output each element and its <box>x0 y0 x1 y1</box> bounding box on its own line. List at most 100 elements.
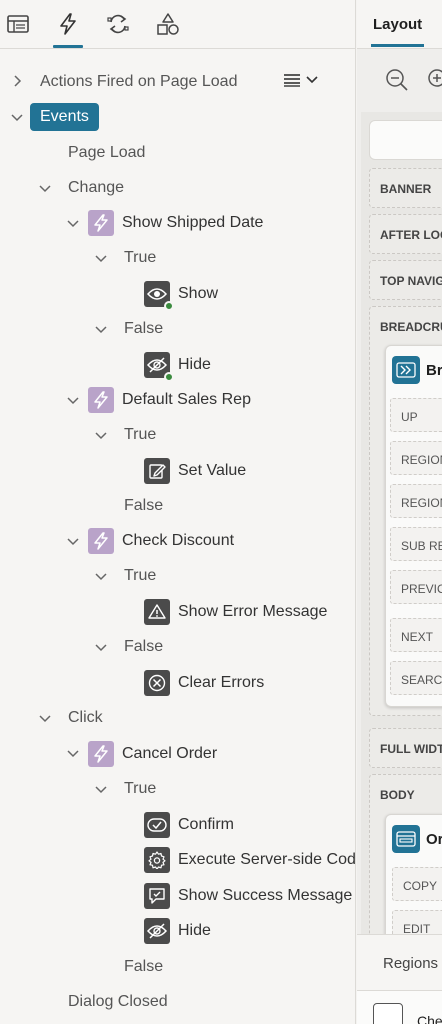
tree-label: Page Load <box>68 144 146 161</box>
region-title: Breadcrumb <box>392 356 442 384</box>
tree-label: Dialog Closed <box>68 993 168 1010</box>
tree-label: Hide <box>178 356 211 373</box>
form-icon <box>392 825 420 853</box>
layout-panel: Layout BANNER AFTER LOGO TOP NAVIGATION … <box>357 0 442 1024</box>
tree-true[interactable]: True <box>124 420 156 450</box>
chevron-down-icon[interactable] <box>66 393 80 407</box>
tree-action-show[interactable]: Show <box>144 279 218 311</box>
slot-next[interactable]: NEXT <box>390 618 442 652</box>
tree-action-hide[interactable]: Hide <box>144 916 211 946</box>
tree-label: False <box>124 497 164 514</box>
tree-show-shipped-date[interactable]: Show Shipped Date <box>88 208 263 238</box>
slot-copy[interactable]: COPY <box>392 867 442 901</box>
eye-off-icon <box>144 352 174 382</box>
zoom-out-icon[interactable] <box>385 68 409 92</box>
chevron-down-icon[interactable] <box>94 322 108 336</box>
eye-icon <box>144 281 174 311</box>
tree-default-sales-rep[interactable]: Default Sales Rep <box>88 385 251 415</box>
tree-actions-on-load[interactable]: Actions Fired on Page Load <box>40 67 237 97</box>
position-label: BODY <box>380 788 415 802</box>
tree-label: Clear Errors <box>178 674 265 691</box>
confirm-icon <box>144 812 170 838</box>
warning-message-icon <box>144 599 170 625</box>
chevron-down-icon[interactable] <box>94 251 108 265</box>
status-badge <box>164 372 174 382</box>
gallery-item[interactable]: Check <box>357 990 442 1024</box>
tree-false[interactable]: False <box>124 314 163 344</box>
tree-label: True <box>124 567 157 584</box>
tab-regions[interactable]: Regions <box>383 955 438 972</box>
chevron-down-icon[interactable] <box>66 216 80 230</box>
chevron-down-icon[interactable] <box>10 110 24 124</box>
dynamic-actions-tab[interactable] <box>53 10 83 48</box>
tree-true[interactable]: True <box>124 243 156 273</box>
tree-label: Show Success Message <box>178 887 353 904</box>
shared-components-tab[interactable] <box>154 10 182 38</box>
tree-action-execute-server-code[interactable]: Execute Server-side Code <box>144 845 355 875</box>
tree-label: True <box>124 426 157 443</box>
slot-previous[interactable]: PREVIOUS <box>390 570 442 604</box>
tree-label: Set Value <box>178 462 247 479</box>
chevron-down-icon[interactable] <box>38 711 52 725</box>
chevron-right-icon[interactable] <box>10 74 24 88</box>
position-banner[interactable]: BANNER <box>369 168 442 208</box>
left-tab-bar <box>0 0 355 49</box>
tree-action-clear-errors[interactable]: Clear Errors <box>144 668 264 698</box>
region-title-text: Breadcrumb <box>426 361 442 379</box>
tree-cancel-order[interactable]: Cancel Order <box>88 739 217 769</box>
tree-click[interactable]: Click <box>68 703 103 733</box>
tree-check-discount[interactable]: Check Discount <box>88 526 234 556</box>
layout-search[interactable] <box>369 120 442 160</box>
slot-region[interactable]: REGION <box>390 441 442 475</box>
left-panel: Actions Fired on Page Load Events Page L… <box>0 0 356 1024</box>
tree-dialog-closed[interactable]: Dialog Closed <box>68 987 168 1017</box>
tree-events[interactable]: Events <box>30 102 99 132</box>
tree-change[interactable]: Change <box>68 173 124 203</box>
tree-false[interactable]: False <box>124 952 163 982</box>
tree-true[interactable]: True <box>124 561 156 591</box>
zoom-in-icon[interactable] <box>427 68 442 92</box>
tree-menu-button[interactable] <box>284 70 324 90</box>
tree-label: Check Discount <box>122 532 235 549</box>
lightning-icon <box>88 741 114 767</box>
chevron-down-icon[interactable] <box>66 746 80 760</box>
success-message-icon <box>144 883 170 909</box>
slot-search[interactable]: SEARCH <box>390 661 442 695</box>
tree-false[interactable]: False <box>124 491 163 521</box>
lightning-icon <box>88 528 114 554</box>
chevron-down-icon[interactable] <box>94 782 108 796</box>
tree-label: False <box>124 958 164 975</box>
chevron-down-icon[interactable] <box>94 428 108 442</box>
position-after-logo[interactable]: AFTER LOGO <box>369 214 442 254</box>
chevron-down-icon[interactable] <box>94 640 108 654</box>
tree-action-show-error[interactable]: Show Error Message <box>144 597 327 627</box>
breadcrumb-region[interactable]: Breadcrumb UP REGION REGION SUB REGIONS … <box>385 345 442 707</box>
chevron-down-icon[interactable] <box>66 534 80 548</box>
slot-sub-regions[interactable]: SUB REGIONS <box>390 527 442 561</box>
rendering-tab[interactable] <box>4 10 32 38</box>
tree-action-set-value[interactable]: Set Value <box>144 456 246 486</box>
tree-label: Cancel Order <box>122 745 218 762</box>
position-full-width[interactable]: FULL WIDTH CONTENT <box>369 728 442 768</box>
lightning-icon <box>88 210 114 236</box>
shapes-icon <box>157 13 179 35</box>
clear-icon <box>144 670 170 696</box>
tab-layout[interactable]: Layout <box>370 16 425 47</box>
tree-false[interactable]: False <box>124 632 163 662</box>
tree-true[interactable]: True <box>124 774 156 804</box>
tree-page-load[interactable]: Page Load <box>68 138 145 168</box>
tree-label: False <box>124 638 164 655</box>
layout-icon <box>7 15 29 33</box>
order-region[interactable]: Order COPY EDIT <box>385 814 442 954</box>
chevron-down-icon[interactable] <box>38 181 52 195</box>
processing-tab[interactable] <box>104 10 132 38</box>
slot-region[interactable]: REGION <box>390 484 442 518</box>
tree-label: Confirm <box>178 816 235 833</box>
tree-action-hide[interactable]: Hide <box>144 350 211 382</box>
tree-action-show-success[interactable]: Show Success Message <box>144 881 352 911</box>
tree-action-confirm[interactable]: Confirm <box>144 810 234 840</box>
position-top-navigation[interactable]: TOP NAVIGATION <box>369 260 442 300</box>
slot-up[interactable]: UP <box>390 398 442 432</box>
lightning-icon <box>60 13 76 35</box>
chevron-down-icon[interactable] <box>94 569 108 583</box>
